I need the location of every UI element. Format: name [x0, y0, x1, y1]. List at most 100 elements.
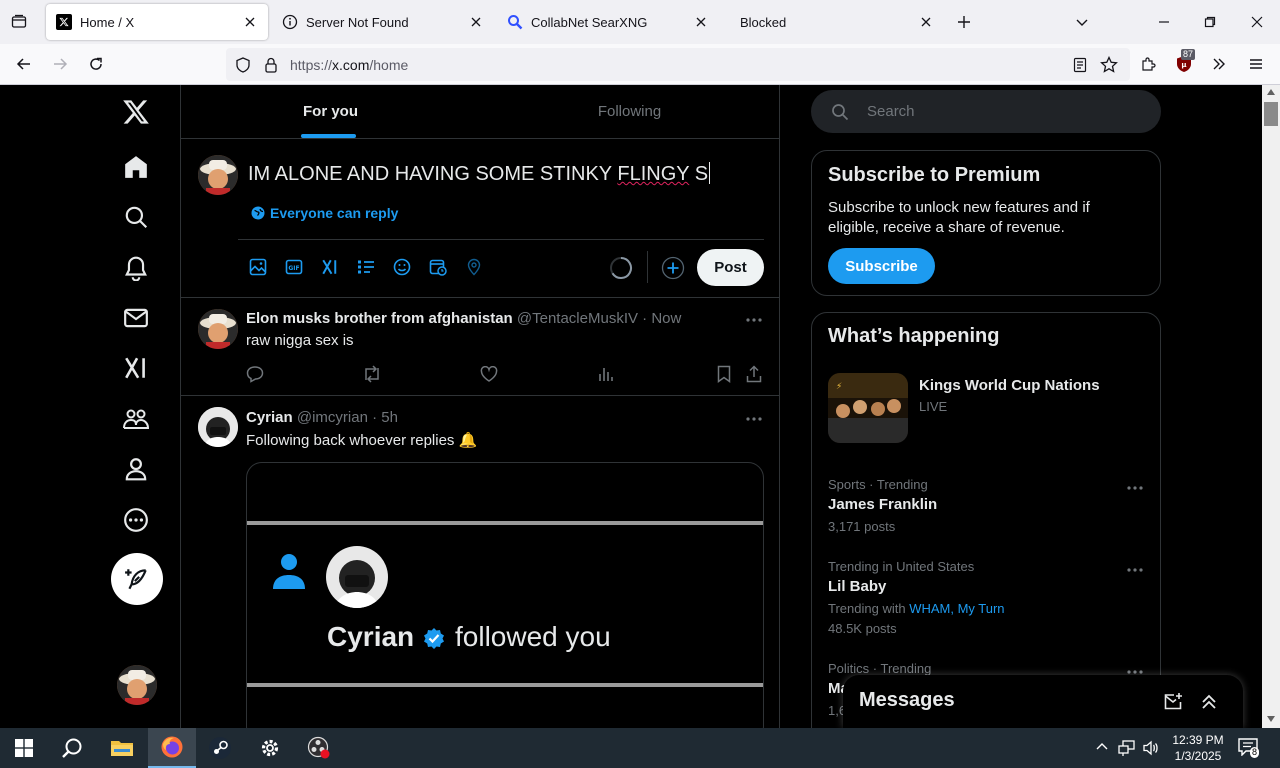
close-icon[interactable]	[468, 14, 484, 30]
tab-searxng[interactable]: CollabNet SearXNG	[497, 4, 719, 40]
trend-name[interactable]: Lil Baby	[828, 578, 886, 595]
close-icon[interactable]	[918, 14, 934, 30]
tab-blocked[interactable]: Blocked	[722, 4, 944, 40]
restore-icon[interactable]	[1200, 12, 1220, 32]
tweet-time[interactable]: · Now	[642, 310, 681, 327]
close-icon[interactable]	[693, 14, 709, 30]
windows-start-icon[interactable]	[0, 728, 48, 768]
tweet-author-name[interactable]: Elon musks brother from afghanistan	[246, 310, 513, 327]
tab-server-not-found[interactable]: Server Not Found	[272, 4, 494, 40]
more-dots-icon[interactable]	[744, 313, 764, 327]
tweet-author-avatar[interactable]	[198, 309, 238, 349]
new-tab-plus-icon[interactable]	[954, 12, 974, 32]
search-input[interactable]	[867, 90, 1147, 133]
list-all-tabs-chevron-icon[interactable]	[1072, 12, 1092, 32]
firefox-icon[interactable]	[148, 728, 196, 768]
tweet-author-avatar[interactable]	[198, 407, 238, 447]
action-center-icon[interactable]: 8	[1238, 738, 1262, 758]
steam-icon[interactable]	[196, 728, 244, 768]
tweet-header[interactable]: Cyrian @imcyrian · 5h	[246, 409, 398, 426]
obs-record-icon[interactable]	[295, 728, 343, 768]
compose-post-button[interactable]	[111, 553, 163, 605]
messages-drawer[interactable]: Messages	[843, 675, 1243, 728]
system-clock[interactable]: 12:39 PM 1/3/2025	[1166, 732, 1230, 764]
scroll-up-arrow-icon[interactable]	[1267, 89, 1275, 95]
trend-name[interactable]: James Franklin	[828, 496, 937, 513]
share-icon[interactable]	[744, 364, 764, 384]
extensions-puzzle-icon[interactable]	[1138, 54, 1158, 74]
tweet-header[interactable]: Elon musks brother from afghanistan @Ten…	[246, 310, 681, 327]
communities-icon[interactable]	[111, 394, 161, 444]
lock-icon[interactable]	[262, 56, 280, 74]
trend-with-links[interactable]: WHAM, My Turn	[909, 601, 1004, 616]
expand-chevrons-up-icon[interactable]	[1199, 692, 1219, 712]
url-bar[interactable]: https://x.com/home	[226, 48, 1130, 81]
scroll-down-arrow-icon[interactable]	[1267, 716, 1275, 722]
messages-envelope-icon[interactable]	[111, 293, 161, 343]
composer-avatar[interactable]	[198, 155, 238, 195]
grok-icon[interactable]	[111, 343, 161, 393]
new-message-icon[interactable]	[1163, 692, 1183, 712]
minimize-icon[interactable]	[1154, 12, 1174, 32]
tweet-time[interactable]: · 5h	[372, 409, 398, 426]
like-heart-icon[interactable]	[479, 364, 499, 384]
gif-icon[interactable]: GIF	[283, 256, 305, 278]
emoji-icon[interactable]	[391, 256, 413, 278]
repost-icon[interactable]	[362, 364, 382, 384]
bookmark-star-icon[interactable]	[1099, 55, 1119, 75]
forward-arrow-icon[interactable]	[50, 54, 70, 74]
poll-icon[interactable]	[355, 256, 377, 278]
reply-setting-button[interactable]: Everyone can reply	[251, 205, 398, 221]
network-icon[interactable]	[1118, 739, 1136, 757]
bookmark-icon[interactable]	[714, 364, 734, 384]
more-dots-icon[interactable]	[744, 412, 764, 426]
tray-chevron-up-icon[interactable]	[1095, 740, 1109, 754]
volume-icon[interactable]	[1142, 739, 1160, 757]
reply-icon[interactable]	[245, 364, 265, 384]
page-scrollbar[interactable]	[1262, 85, 1280, 728]
explore-search-icon[interactable]	[111, 192, 161, 242]
reload-icon[interactable]	[86, 54, 106, 74]
home-icon[interactable]	[111, 142, 161, 192]
add-post-plus-icon[interactable]	[661, 256, 685, 280]
live-event-thumbnail[interactable]: ⚡	[828, 373, 908, 443]
reader-view-icon[interactable]	[1071, 56, 1089, 74]
close-icon[interactable]	[242, 14, 258, 30]
shield-icon[interactable]	[234, 56, 252, 74]
search-box[interactable]	[811, 90, 1161, 133]
live-event-name[interactable]: Kings World Cup Nations	[919, 377, 1100, 394]
overflow-chevrons-icon[interactable]	[1209, 54, 1229, 74]
subscribe-button[interactable]: Subscribe	[828, 248, 935, 284]
settings-gear-icon[interactable]	[246, 728, 294, 768]
url-text[interactable]: https://x.com/home	[290, 57, 408, 73]
tab-home-x[interactable]: Home / X	[46, 4, 268, 40]
tab-following[interactable]: Following	[480, 85, 779, 138]
tab-list-icon[interactable]	[6, 10, 32, 34]
more-circle-icon[interactable]	[111, 495, 161, 545]
schedule-icon[interactable]	[427, 256, 449, 278]
more-dots-icon[interactable]	[1125, 563, 1145, 577]
hamburger-menu-icon[interactable]	[1246, 54, 1266, 74]
location-pin-icon[interactable]	[463, 256, 485, 278]
tweet-author-name[interactable]: Cyrian	[246, 409, 293, 426]
tweet-author-handle[interactable]: @imcyrian	[297, 409, 368, 426]
taskbar-search-icon[interactable]	[48, 728, 96, 768]
account-avatar[interactable]	[117, 665, 157, 705]
grok-icon[interactable]	[319, 256, 341, 278]
profile-person-icon[interactable]	[111, 444, 161, 494]
more-dots-icon[interactable]	[1125, 481, 1145, 495]
x-logo-icon[interactable]	[111, 87, 161, 137]
file-explorer-icon[interactable]	[98, 728, 146, 768]
media-image-icon[interactable]	[247, 256, 269, 278]
composer-input[interactable]: IM ALONE AND HAVING SOME STINKY FLINGY S	[248, 162, 711, 186]
scrollbar-thumb[interactable]	[1264, 102, 1278, 126]
notifications-bell-icon[interactable]	[111, 243, 161, 293]
views-chart-icon[interactable]	[596, 364, 616, 384]
window-close-icon[interactable]	[1247, 12, 1267, 32]
back-arrow-icon[interactable]	[14, 54, 34, 74]
post-button[interactable]: Post	[697, 249, 764, 286]
ublock-origin-icon[interactable]: μ 87	[1174, 49, 1196, 74]
tweet-author-handle[interactable]: @TentacleMuskIV	[517, 310, 638, 327]
tweet-media-image[interactable]: Cyrian followed you	[246, 462, 764, 728]
tab-for-you[interactable]: For you	[181, 85, 480, 138]
